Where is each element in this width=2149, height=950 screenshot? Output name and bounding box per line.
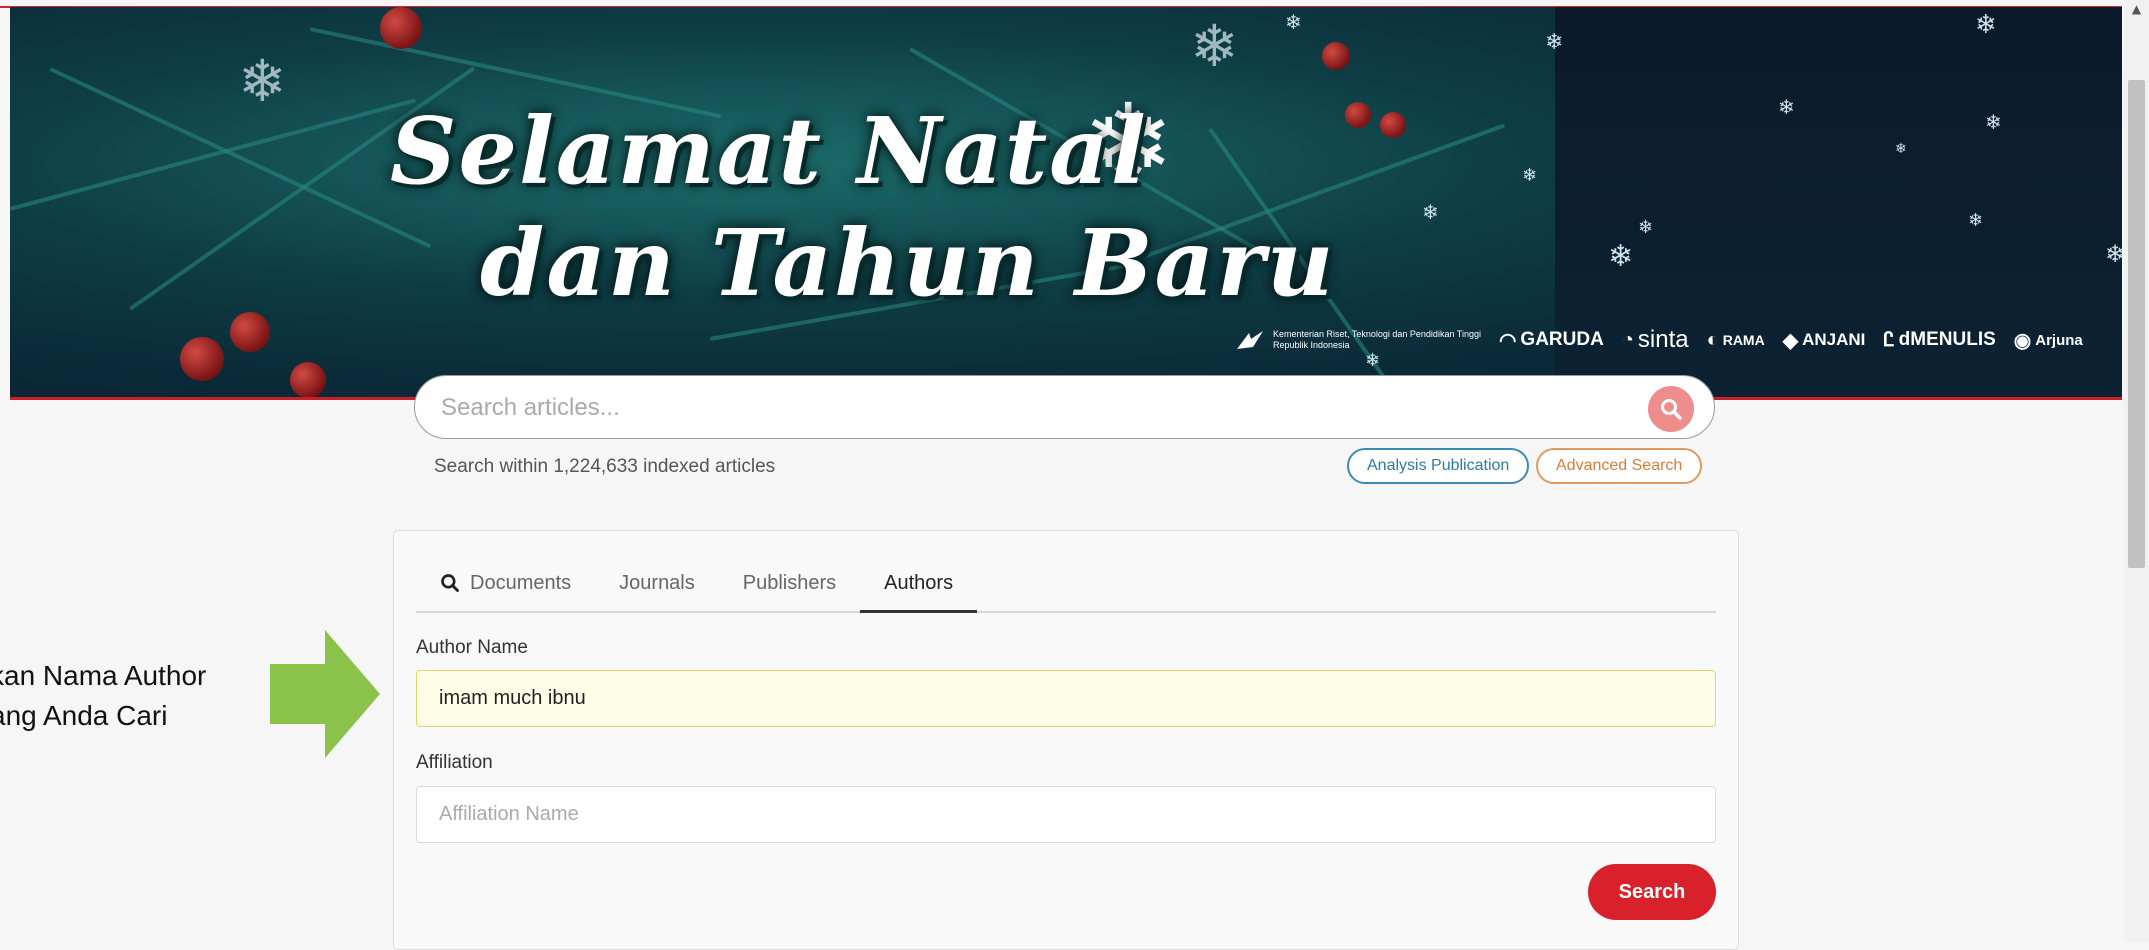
annotation-text: kan Nama Author ang Anda Cari <box>0 656 206 736</box>
berry <box>180 337 224 381</box>
ministry-logo: Kementerian Riset, Teknologi dan Pendidi… <box>1235 327 1481 353</box>
tab-journals-label: Journals <box>619 571 695 594</box>
snowflake-icon: ❄ <box>1608 239 1634 274</box>
snowflake-icon: ❄ <box>1975 10 1997 40</box>
search-within-text: Search within 1,224,633 indexed articles <box>434 456 776 477</box>
affiliation-label: Affiliation <box>416 752 493 773</box>
affiliation-input[interactable] <box>416 786 1716 843</box>
partner-logos: Kementerian Riset, Teknologi dan Pendidi… <box>1235 323 2083 357</box>
greeting-headline: Selamat Natal dan Tahun Baru <box>390 97 1336 317</box>
search-icon <box>440 573 460 593</box>
tab-authors-label: Authors <box>884 572 954 594</box>
snowflake-icon: ❄ <box>1968 210 1984 231</box>
snowflake-icon: ❄ <box>1422 200 1439 224</box>
garuda-icon: ◠ <box>1498 329 1517 352</box>
snowflake-icon: ❄ <box>1190 12 1239 80</box>
sinta-logo: ◔ sinta <box>1621 326 1689 353</box>
anjani-logo: ◆ ANJANI <box>1782 329 1866 352</box>
greeting-line-1: Selamat Natal <box>390 97 1148 205</box>
garuda-logo: ◠ GARUDA <box>1498 329 1604 352</box>
annotation-line-2: ang Anda Cari <box>0 700 168 731</box>
berry <box>380 7 422 49</box>
search-bar <box>414 375 1715 440</box>
rama-icon: ◐ <box>1706 328 1719 351</box>
snowflake-icon: ❄ <box>1285 10 1302 34</box>
snowflake-icon: ❄ <box>238 47 287 115</box>
tab-documents[interactable]: Documents <box>416 555 595 611</box>
snowflake-icon: ❄ <box>1895 141 1907 157</box>
idmenulis-logo: ᏝdMENULIS <box>1883 328 1996 351</box>
berry <box>230 312 270 352</box>
annotation-line-1: kan Nama Author <box>0 660 207 691</box>
tab-publishers[interactable]: Publishers <box>719 555 860 611</box>
snowflake-icon: ❄ <box>1778 95 1795 119</box>
tab-publishers-label: Publishers <box>742 571 837 594</box>
author-name-input[interactable] <box>416 670 1716 727</box>
analysis-publication-button[interactable]: Analysis Publication <box>1347 448 1530 484</box>
tab-documents-label: Documents <box>470 571 572 594</box>
advanced-search-button[interactable]: Advanced Search <box>1536 448 1703 484</box>
greeting-line-2: dan Tahun Baru <box>480 209 1336 317</box>
pine-needle <box>10 98 417 211</box>
search-input[interactable] <box>439 376 1623 440</box>
scroll-up-arrow-icon[interactable]: ▲ <box>2124 2 2149 22</box>
scrollbar-thumb[interactable] <box>2128 80 2145 568</box>
annotation-arrow-icon <box>270 630 380 758</box>
berry <box>290 362 326 397</box>
arjuna-logo: ◉ Arjuna <box>2013 329 2083 352</box>
snowflake-icon: ❄ <box>1638 217 1654 238</box>
search-submit-button[interactable]: Search <box>1588 864 1716 920</box>
idmenulis-icon: Ꮭ <box>1883 328 1895 351</box>
arjuna-icon: ◉ <box>2013 329 2032 352</box>
snowflake-icon: ❄ <box>1545 30 1564 55</box>
tab-authors[interactable]: Authors <box>860 557 978 613</box>
sinta-icon: ◔ <box>1621 328 1634 351</box>
page-scrollbar[interactable]: ▲ <box>2124 0 2149 942</box>
berry <box>1380 112 1406 138</box>
christmas-banner: ❄ ❄ ❄ ❄ ❄ ❄ ❄ ❄ ❄ ❄ ❄ ❄ ❄ ❄ ❄ ❄ Selamat … <box>10 7 2122 400</box>
rama-logo: ◐ RAMA <box>1706 328 1765 351</box>
ministry-subtitle: Republik Indonesia <box>1273 340 1350 350</box>
snowflake-icon: ❄ <box>2105 242 2122 266</box>
berry <box>1322 42 1350 70</box>
anjani-icon: ◆ <box>1782 329 1799 352</box>
berry <box>1345 102 1371 128</box>
ministry-name: Kementerian Riset, Teknologi dan Pendidi… <box>1273 329 1481 339</box>
tab-journals[interactable]: Journals <box>595 555 719 611</box>
search-tabs: Documents Journals Publishers Authors <box>416 555 1716 613</box>
snowflake-icon: ❄ <box>1522 165 1538 186</box>
search-icon <box>1661 399 1682 420</box>
search-button[interactable] <box>1648 386 1694 432</box>
author-name-label: Author Name <box>416 637 528 658</box>
ministry-emblem-icon <box>1237 331 1263 349</box>
snowflake-icon: ❄ <box>1985 110 2002 134</box>
